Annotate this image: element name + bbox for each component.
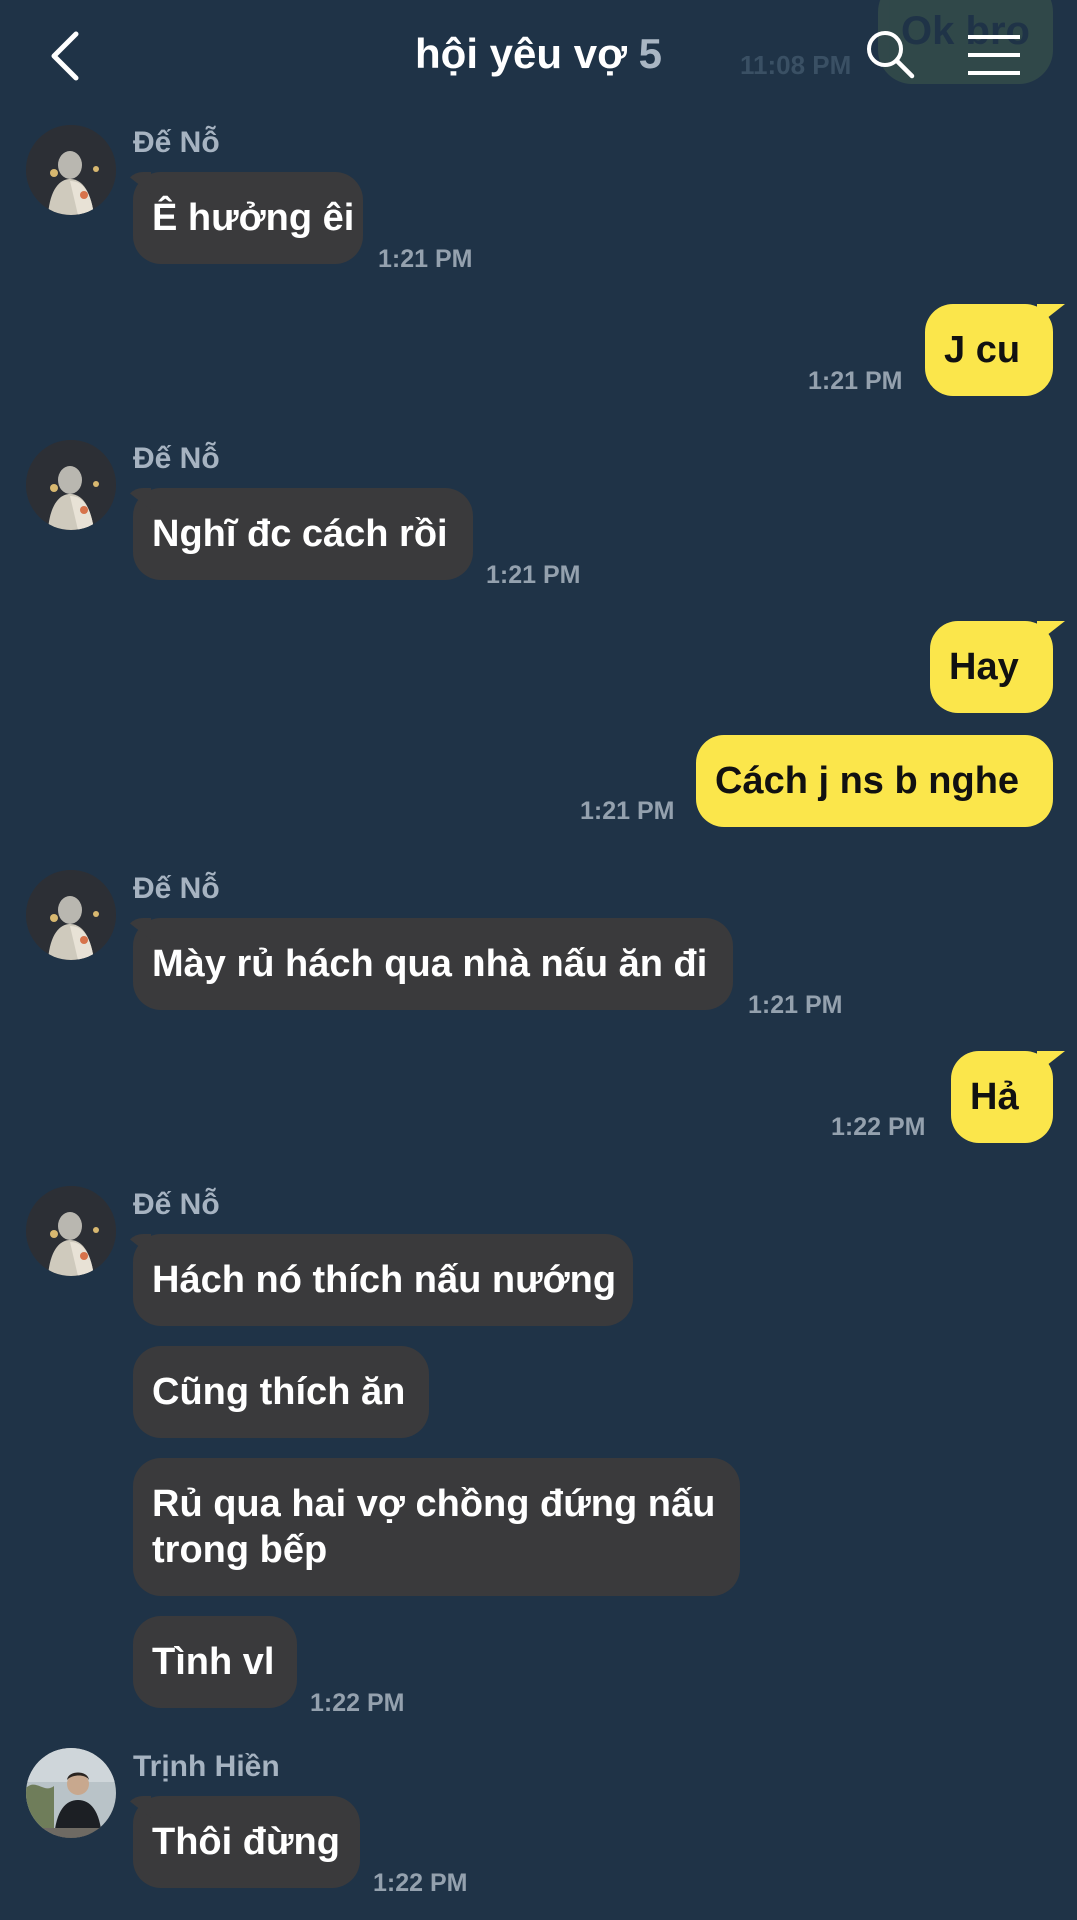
message-text: Hay	[949, 646, 1019, 688]
message-text: Tình vl	[152, 1641, 275, 1683]
search-button[interactable]	[864, 28, 916, 80]
message-bubble-outgoing[interactable]: Hay	[930, 621, 1053, 713]
message-bubble-incoming[interactable]: Hách nó thích nấu nướng	[133, 1234, 633, 1326]
avatar-trinh-hien[interactable]	[26, 1748, 116, 1838]
message-bubble-incoming[interactable]: Thôi đừng	[133, 1796, 360, 1888]
message-text: Hả	[970, 1076, 1019, 1118]
message-bubble-incoming[interactable]: Rủ qua hai vợ chồng đứng nấu trong bếp	[133, 1458, 740, 1596]
message-bubble-incoming[interactable]: Cũng thích ăn	[133, 1346, 429, 1438]
message-text: Mày rủ hách qua nhà nấu ăn đi	[152, 943, 708, 985]
message-time: 1:22 PM	[310, 1689, 405, 1717]
sender-name: Đế Nỗ	[133, 126, 220, 159]
sender-name: Đế Nỗ	[133, 442, 220, 475]
avatar-de-no[interactable]	[26, 440, 116, 530]
message-bubble-incoming[interactable]: Ê hưởng êi	[133, 172, 363, 264]
sender-name: Trịnh Hiền	[133, 1750, 280, 1783]
avatar-de-no[interactable]	[26, 870, 116, 960]
sender-name: Đế Nỗ	[133, 872, 220, 905]
message-time: 1:22 PM	[831, 1113, 926, 1141]
member-count: 5	[638, 30, 662, 77]
message-bubble-outgoing[interactable]: Hả	[951, 1051, 1053, 1143]
message-time: 1:21 PM	[378, 245, 473, 273]
message-bubble-incoming[interactable]: Tình vl	[133, 1616, 297, 1708]
avatar-de-no[interactable]	[26, 125, 116, 215]
message-text: J cu	[944, 329, 1021, 371]
message-time: 1:21 PM	[580, 797, 675, 825]
group-name: hội yêu vợ	[415, 30, 627, 77]
avatar-de-no[interactable]	[26, 1186, 116, 1276]
message-bubble-outgoing[interactable]: Cách j ns b nghe	[696, 735, 1053, 827]
message-bubble-outgoing[interactable]: J cu	[925, 304, 1053, 396]
message-text: Nghĩ đc cách rồi	[152, 513, 448, 555]
message-text: Thôi đừng	[152, 1821, 340, 1863]
message-text: Rủ qua hai vợ chồng đứng nấu trong bếp	[152, 1483, 716, 1571]
message-bubble-incoming[interactable]: Nghĩ đc cách rồi	[133, 488, 473, 580]
menu-button[interactable]	[966, 32, 1022, 78]
search-icon	[867, 31, 915, 79]
message-time: 1:21 PM	[748, 991, 843, 1019]
hamburger-menu-icon	[968, 35, 1020, 75]
message-text: Cũng thích ăn	[152, 1371, 406, 1413]
sender-name: Đế Nỗ	[133, 1188, 220, 1221]
message-text: Cách j ns b nghe	[715, 760, 1020, 802]
message-time: 1:22 PM	[373, 1869, 468, 1897]
chat-header: Ok bro 11:08 PM hội yêu vợ 5	[0, 0, 1077, 110]
message-text: Hách nó thích nấu nướng	[152, 1259, 617, 1301]
message-bubble-incoming[interactable]: Mày rủ hách qua nhà nấu ăn đi	[133, 918, 733, 1010]
message-text: Ê hưởng êi	[152, 197, 355, 239]
message-time: 1:21 PM	[808, 367, 903, 395]
message-time: 1:21 PM	[486, 561, 581, 589]
